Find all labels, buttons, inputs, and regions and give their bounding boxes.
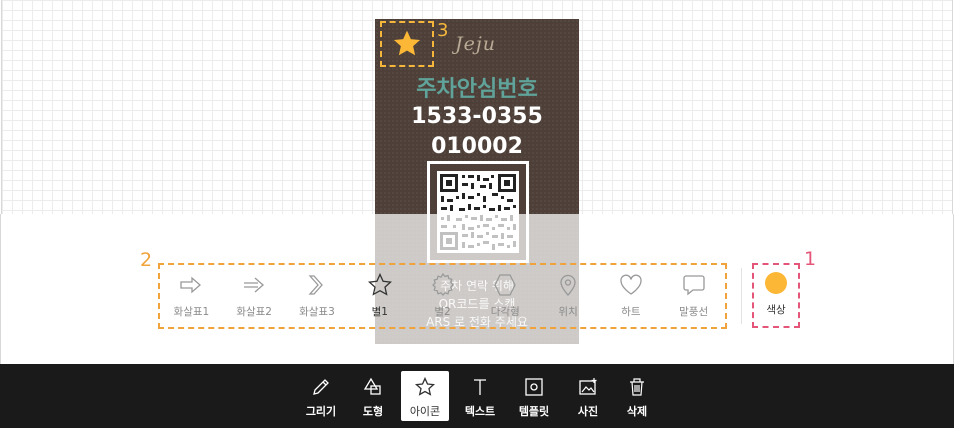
icon-option-label: 다각형 [490,306,520,318]
color-picker[interactable]: 색상 [752,263,800,328]
tool-label: 아이콘 [409,405,441,418]
template-icon [525,378,543,396]
arrow-thin-icon [244,277,265,293]
selected-star-element[interactable] [380,21,434,67]
arrow-outline-icon [180,276,202,294]
icon-option-star1[interactable]: 별1 [348,265,411,327]
tool-text[interactable]: 텍스트 [456,371,504,421]
panel-divider [741,268,742,324]
sign-logo: Jeju [455,33,496,55]
icon-option-label: 별2 [434,306,451,318]
icon-option-speech-bubble[interactable]: 말풍선 [662,265,725,327]
icon-option-arrow1[interactable]: 화살표1 [160,265,223,327]
star-icon [414,376,436,396]
heart-icon [620,274,642,295]
icon-option-label: 위치 [558,306,578,318]
tool-template[interactable]: 템플릿 [510,371,558,421]
icon-option-location[interactable]: 위치 [537,265,600,327]
text-icon [474,379,486,395]
tool-label: 사진 [577,405,599,418]
tool-label: 도형 [362,405,384,418]
sign-title[interactable]: 주차안심번호 [375,71,579,103]
tool-draw[interactable]: 그리기 [297,371,345,421]
tool-shapes[interactable]: 도형 [349,371,397,421]
icon-option-polygon[interactable]: 다각형 [474,265,537,327]
icon-option-label: 말풍선 [679,306,709,318]
sign-phone-number[interactable]: 1533-0355 [375,104,579,129]
star-icon [393,30,421,56]
tool-label: 텍스트 [464,405,496,418]
icon-option-label: 하트 [621,306,641,318]
tool-label: 그리기 [305,405,337,418]
tool-icons[interactable]: 아이콘 [401,371,449,421]
icon-option-label: 별1 [371,306,388,318]
tool-delete[interactable]: 삭제 [613,371,661,421]
badge-star-icon [431,272,454,296]
icon-option-heart[interactable]: 하트 [599,265,662,327]
star-icon [367,272,392,296]
icon-panel: 화살표1 화살표2 화살표3 별1 별2 다각형 위치 하트 말풍선 [158,263,727,329]
chevron-double-icon [308,275,323,295]
icon-option-star2[interactable]: 별2 [411,265,474,327]
pencil-icon [313,379,329,395]
tool-label: 삭제 [626,405,648,418]
annotation-number-3: 3 [437,20,449,41]
speech-bubble-icon [682,275,705,296]
shapes-icon [363,377,381,395]
annotation-number-2: 2 [140,249,153,271]
tool-photo[interactable]: 사진 [564,371,612,421]
location-pin-icon [560,274,576,296]
hexagon-icon [494,274,517,296]
photo-icon [579,378,597,395]
editor-stage: Jeju 주차안심번호 1533-0355 010002 주차 연락 위해 QR… [0,0,954,428]
tool-label: 템플릿 [518,405,550,418]
icon-option-arrow3[interactable]: 화살표3 [286,265,349,327]
annotation-number-1: 1 [804,248,817,270]
icon-option-label: 화살표3 [299,306,335,318]
icon-option-label: 화살표1 [173,306,210,318]
icon-option-arrow2[interactable]: 화살표2 [223,265,286,327]
color-picker-label: 색상 [766,304,786,316]
color-swatch[interactable] [765,272,787,294]
trash-icon [630,378,644,396]
bottom-toolbar: 그리기 도형 아이콘 텍스트 템플릿 사진 삭제 [0,364,954,428]
sign-code[interactable]: 010002 [375,134,579,159]
icon-option-label: 화살표2 [236,306,272,318]
